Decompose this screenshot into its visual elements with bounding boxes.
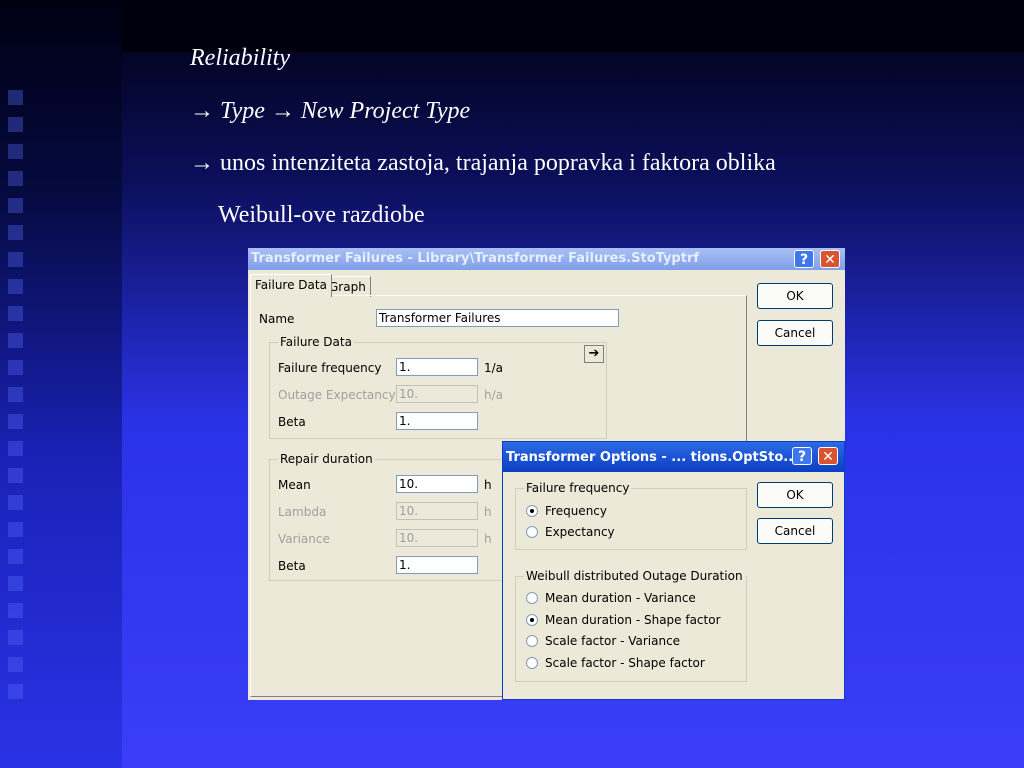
outage-expectancy-label: Outage Expectancy <box>278 388 396 402</box>
close-icon[interactable]: ✕ <box>820 250 840 268</box>
lambda-label: Lambda <box>278 505 327 519</box>
close-icon[interactable]: ✕ <box>818 447 838 465</box>
slide-path: → Type → New Project Type <box>190 98 471 124</box>
mean-label: Mean <box>278 478 311 492</box>
failure-frequency-group-title: Failure frequency <box>524 481 632 495</box>
options-ok-button[interactable]: OK <box>757 482 833 508</box>
slide: Reliability → Type → New Project Type → … <box>0 0 1024 768</box>
outage-expectancy-field: 10. <box>396 385 478 403</box>
frequency-label[interactable]: Frequency <box>545 504 607 518</box>
decor-squares <box>8 90 28 711</box>
left-decor-band <box>0 0 122 768</box>
name-label: Name <box>259 312 295 326</box>
tab-failure-data[interactable]: Failure Data <box>250 274 332 297</box>
ok-button[interactable]: OK <box>757 283 833 309</box>
failure-data-group: Failure Data ➔ Failure frequency 1. 1/a … <box>269 335 607 439</box>
failure-data-group-title: Failure Data <box>278 335 354 349</box>
variance-label: Variance <box>278 532 330 546</box>
scale-factor-variance-radio[interactable] <box>526 635 538 647</box>
options-dialog-titlebar: Transformer Options - ... tions.OptSto..… <box>503 442 844 472</box>
mean-duration-shape-radio[interactable] <box>526 614 538 626</box>
options-cancel-button[interactable]: Cancel <box>757 518 833 544</box>
failure-beta-label: Beta <box>278 415 306 429</box>
mean-field[interactable]: 10. <box>396 475 478 493</box>
help-icon[interactable]: ? <box>794 250 814 268</box>
slide-heading: Reliability <box>190 45 290 71</box>
scale-factor-shape-label[interactable]: Scale factor - Shape factor <box>545 656 705 670</box>
expectancy-radio[interactable] <box>526 526 538 538</box>
mean-unit: h <box>484 478 492 492</box>
mean-duration-variance-label[interactable]: Mean duration - Variance <box>545 591 696 605</box>
scale-factor-shape-radio[interactable] <box>526 657 538 669</box>
repair-duration-group-title: Repair duration <box>278 452 375 466</box>
lambda-unit: h <box>484 505 492 519</box>
scale-factor-variance-label[interactable]: Scale factor - Variance <box>545 634 680 648</box>
options-dialog-title: Transformer Options - ... tions.OptSto..… <box>506 450 799 465</box>
slide-description: → unos intenziteta zastoja, trajanja pop… <box>190 150 776 176</box>
failure-beta-field[interactable]: 1. <box>396 412 478 430</box>
repair-duration-group: Repair duration Mean 10. h Lambda 10. h … <box>269 452 511 581</box>
main-dialog-titlebar: Transformer Failures - Library\Transform… <box>248 248 845 270</box>
lambda-field: 10. <box>396 502 478 520</box>
repair-beta-field[interactable]: 1. <box>396 556 478 574</box>
frequency-radio[interactable] <box>526 505 538 517</box>
help-icon[interactable]: ? <box>792 447 812 465</box>
repair-beta-label: Beta <box>278 559 306 573</box>
mean-duration-shape-label[interactable]: Mean duration - Shape factor <box>545 613 721 627</box>
slide-description-cont: Weibull-ove razdiobe <box>218 202 425 228</box>
failure-frequency-field[interactable]: 1. <box>396 358 478 376</box>
failure-frequency-group: Failure frequency Frequency Expectancy <box>515 481 747 550</box>
failure-frequency-label: Failure frequency <box>278 361 382 375</box>
transformer-options-dialog: Transformer Options - ... tions.OptSto..… <box>502 441 845 700</box>
mean-duration-variance-radio[interactable] <box>526 592 538 604</box>
variance-unit: h <box>484 532 492 546</box>
arrow-right-icon[interactable]: ➔ <box>584 345 604 363</box>
name-field[interactable]: Transformer Failures <box>376 309 619 327</box>
weibull-group-title: Weibull distributed Outage Duration <box>524 569 745 583</box>
variance-field: 10. <box>396 529 478 547</box>
weibull-group: Weibull distributed Outage Duration Mean… <box>515 569 747 682</box>
failure-frequency-unit: 1/a <box>484 361 504 375</box>
cancel-button[interactable]: Cancel <box>757 320 833 346</box>
outage-expectancy-unit: h/a <box>484 388 504 402</box>
expectancy-label[interactable]: Expectancy <box>545 525 615 539</box>
main-dialog-title: Transformer Failures - Library\Transform… <box>251 251 700 266</box>
